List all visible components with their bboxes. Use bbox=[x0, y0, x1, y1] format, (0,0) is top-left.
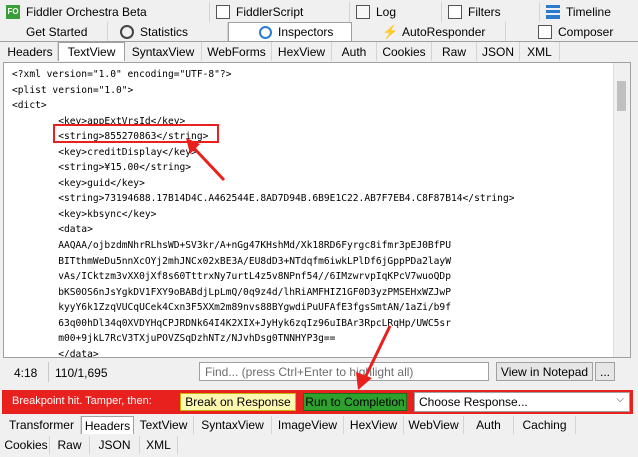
breakpoint-message: Breakpoint hit. Tamper, then: bbox=[12, 395, 152, 407]
tab-get-started[interactable]: Get Started bbox=[0, 22, 108, 41]
cursor-position: 4:18 bbox=[14, 366, 38, 380]
view-in-notepad-button[interactable]: View in Notepad bbox=[496, 362, 593, 381]
tab-label: Fiddler Orchestra Beta bbox=[26, 5, 147, 19]
find-input[interactable]: Find... (press Ctrl+Enter to highlight a… bbox=[199, 362, 489, 381]
request-tab-textview[interactable]: TextView bbox=[58, 42, 125, 61]
response-tab-xml[interactable]: XML bbox=[140, 436, 178, 454]
script-icon bbox=[216, 5, 230, 19]
request-tab-cookies[interactable]: Cookies bbox=[377, 42, 432, 61]
response-tab-raw[interactable]: Raw bbox=[50, 436, 90, 454]
status-divider bbox=[48, 362, 49, 382]
chevron-down-icon: ⌵ bbox=[616, 394, 624, 405]
tab-label: Composer bbox=[558, 24, 614, 39]
choose-response-label: Choose Response... bbox=[419, 395, 528, 409]
top-tabs-row-2: Get Started Statistics Inspectors ⚡ Auto… bbox=[0, 22, 638, 41]
response-tabs-row-2: Cookies Raw JSON XML bbox=[0, 436, 638, 454]
run-to-completion-label: Run to Completion bbox=[305, 395, 405, 409]
response-tab-auth[interactable]: Auth bbox=[464, 416, 514, 434]
tab-label: FiddlerScript bbox=[236, 5, 304, 19]
code-text: <?xml version="1.0" encoding="UTF-8"?> <… bbox=[12, 69, 515, 358]
composer-icon bbox=[538, 24, 552, 39]
tab-label: Inspectors bbox=[278, 25, 334, 39]
tab-composer[interactable]: Composer bbox=[506, 22, 638, 41]
top-tabs-row-1: FO Fiddler Orchestra Beta FiddlerScript … bbox=[0, 2, 638, 22]
more-button[interactable]: ... bbox=[595, 362, 615, 381]
timeline-icon bbox=[546, 5, 560, 19]
response-tab-cookies[interactable]: Cookies bbox=[3, 436, 50, 454]
run-to-completion-button[interactable]: Run to Completion bbox=[301, 391, 409, 413]
scrollbar[interactable] bbox=[613, 63, 630, 357]
tab-inspectors[interactable]: Inspectors bbox=[228, 22, 352, 41]
more-label: ... bbox=[599, 364, 610, 379]
request-tab-auth[interactable]: Auth bbox=[332, 42, 377, 61]
break-on-response-label: Break on Response bbox=[185, 395, 291, 409]
tab-fiddlerscript[interactable]: FiddlerScript bbox=[210, 2, 350, 22]
tab-label: AutoResponder bbox=[402, 24, 486, 39]
response-tab-headers[interactable]: Headers bbox=[81, 416, 134, 434]
fo-icon: FO bbox=[6, 5, 20, 19]
response-tab-hexview[interactable]: HexView bbox=[344, 416, 404, 434]
request-tab-raw[interactable]: Raw bbox=[432, 42, 477, 61]
checkbox-icon bbox=[448, 5, 462, 19]
log-icon bbox=[356, 5, 370, 19]
request-tab-json[interactable]: JSON bbox=[477, 42, 520, 61]
breakpoint-bar: Breakpoint hit. Tamper, then: Break on R… bbox=[2, 390, 633, 414]
scrollbar-thumb[interactable] bbox=[617, 81, 626, 111]
arrow-icon bbox=[356, 325, 392, 390]
tab-label: Log bbox=[376, 5, 397, 19]
tab-label: Statistics bbox=[140, 24, 189, 39]
request-tab-headers[interactable]: Headers bbox=[3, 42, 58, 61]
text-editor[interactable]: <?xml version="1.0" encoding="UTF-8"?> <… bbox=[3, 62, 631, 358]
choose-response-select[interactable]: Choose Response... ⌵ bbox=[414, 392, 630, 412]
arrow-icon bbox=[186, 138, 226, 182]
request-tab-syntaxview[interactable]: SyntaxView bbox=[125, 42, 202, 61]
response-tab-caching[interactable]: Caching bbox=[514, 416, 576, 434]
response-tabs-row-1: Transformer Headers TextView SyntaxView Imag… bbox=[0, 416, 638, 434]
tab-timeline[interactable]: Timeline bbox=[540, 2, 638, 22]
tab-label: Timeline bbox=[566, 5, 611, 19]
break-on-response-button[interactable]: Break on Response bbox=[180, 393, 296, 411]
lightning-icon: ⚡ bbox=[382, 23, 399, 39]
request-tabs: Headers TextView SyntaxView WebForms HexView… bbox=[0, 42, 638, 61]
response-tab-webview[interactable]: WebView bbox=[404, 416, 464, 434]
request-tab-hexview[interactable]: HexView bbox=[272, 42, 332, 61]
response-tab-json[interactable]: JSON bbox=[90, 436, 140, 454]
char-count: 110/1,695 bbox=[55, 366, 108, 380]
tab-label: Get Started bbox=[26, 24, 88, 39]
response-tab-textview[interactable]: TextView bbox=[134, 416, 194, 434]
inspect-icon bbox=[259, 25, 272, 39]
tab-fiddler-orchestra[interactable]: FO Fiddler Orchestra Beta bbox=[0, 2, 210, 22]
response-tab-imageview[interactable]: ImageView bbox=[272, 416, 344, 434]
tab-log[interactable]: Log bbox=[350, 2, 442, 22]
tab-label: Filters bbox=[468, 5, 501, 19]
stopwatch-icon bbox=[120, 24, 134, 39]
view-in-notepad-label: View in Notepad bbox=[500, 364, 589, 379]
response-tab-syntaxview[interactable]: SyntaxView bbox=[194, 416, 272, 434]
tab-filters[interactable]: Filters bbox=[442, 2, 540, 22]
request-tab-webforms[interactable]: WebForms bbox=[202, 42, 272, 61]
tab-statistics[interactable]: Statistics bbox=[108, 22, 228, 41]
response-tab-transformer[interactable]: Transformer bbox=[3, 416, 81, 434]
tab-autoresponder[interactable]: ⚡ AutoResponder bbox=[352, 22, 506, 41]
status-bar: 4:18 110/1,695 Find... (press Ctrl+Enter… bbox=[3, 359, 631, 385]
request-tab-xml[interactable]: XML bbox=[520, 42, 560, 61]
